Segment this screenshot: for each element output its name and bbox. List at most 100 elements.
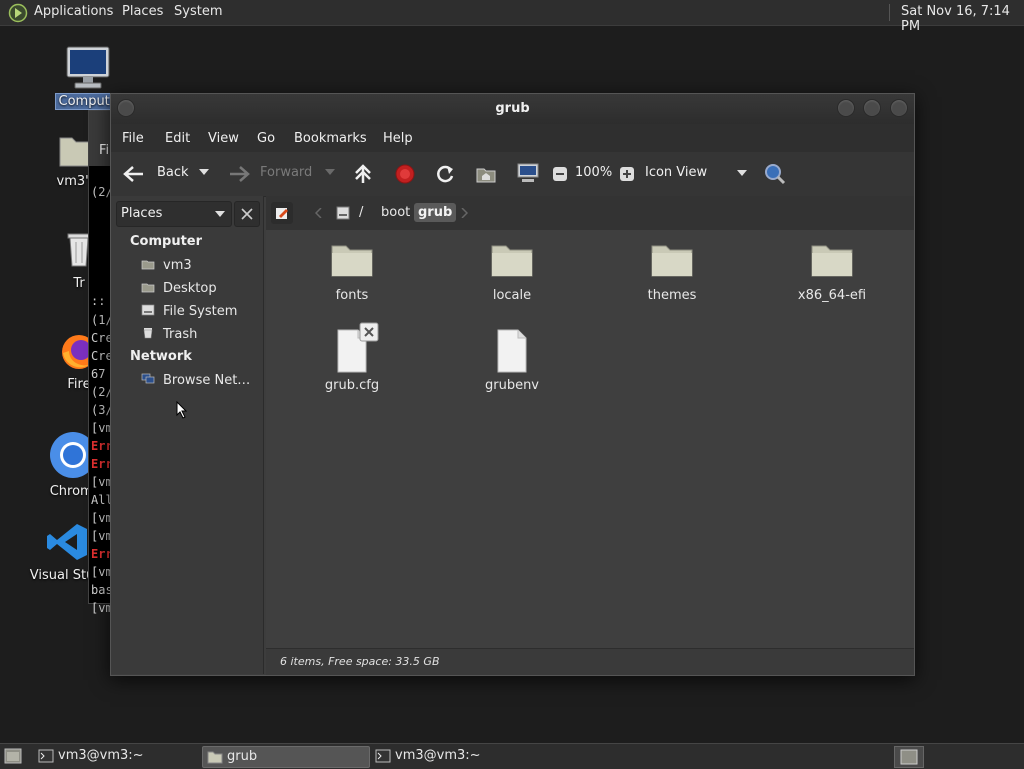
file-name: x86_64-efi bbox=[797, 288, 867, 303]
location-bar: / boot grub bbox=[266, 196, 914, 230]
forward-label: Forward bbox=[260, 165, 313, 180]
forward-button[interactable]: Forward bbox=[226, 162, 326, 186]
file-item-grub-cfg[interactable]: grub.cfg bbox=[292, 322, 412, 393]
menu-view[interactable]: View bbox=[208, 131, 239, 146]
folder-icon bbox=[207, 751, 223, 764]
edit-icon bbox=[276, 208, 288, 219]
sidebar-item-trash[interactable]: Trash bbox=[141, 327, 197, 342]
folder-icon bbox=[491, 245, 533, 277]
menu-bookmarks[interactable]: Bookmarks bbox=[294, 131, 367, 146]
sidebar-item-label: Trash bbox=[163, 327, 198, 342]
file-manager-window: grub File Edit View Go Bookmarks Help Ba… bbox=[110, 93, 915, 676]
status-bar: 6 items, Free space: 33.5 GB bbox=[266, 648, 914, 675]
window-titlebar[interactable]: grub bbox=[111, 94, 914, 124]
search-icon[interactable] bbox=[763, 162, 787, 186]
path-scroll-left-icon[interactable] bbox=[315, 208, 323, 218]
sidebar-item-file-system[interactable]: File System bbox=[141, 304, 237, 319]
sidebar-pane-label: Places bbox=[121, 206, 163, 221]
back-arrow-icon bbox=[123, 166, 143, 182]
workspace-switcher[interactable] bbox=[894, 746, 924, 768]
file-name: grub.cfg bbox=[324, 378, 380, 393]
menu-go[interactable]: Go bbox=[257, 131, 275, 146]
sidebar-heading-network: Network bbox=[130, 349, 192, 364]
zoom-level: 100% bbox=[575, 165, 613, 180]
file-item-grubenv[interactable]: grubenv bbox=[452, 328, 572, 393]
back-label: Back bbox=[157, 165, 189, 180]
stop-icon[interactable] bbox=[394, 163, 416, 185]
sidebar-heading-computer: Computer bbox=[130, 234, 203, 249]
sidebar-item-desktop[interactable]: Desktop bbox=[141, 281, 217, 296]
view-mode-select[interactable]: Icon View bbox=[641, 162, 753, 186]
view-mode-label: Icon View bbox=[645, 165, 708, 180]
forward-history-dropdown-icon[interactable] bbox=[325, 169, 335, 177]
terminal-line: 67 bbox=[91, 367, 106, 381]
sidebar-item-label: Desktop bbox=[163, 281, 217, 296]
terminal-icon bbox=[375, 749, 391, 763]
zoom-in-icon[interactable] bbox=[619, 166, 635, 182]
clock[interactable]: Sat Nov 16, 7:14 PM bbox=[901, 4, 1024, 34]
minimize-button[interactable] bbox=[837, 99, 855, 117]
sidebar-item-vm3[interactable]: vm3 bbox=[141, 258, 192, 273]
drive-icon bbox=[141, 304, 155, 316]
toggle-location-entry-button[interactable] bbox=[271, 202, 293, 224]
taskbar-item-label: grub bbox=[227, 749, 258, 764]
mouse-cursor-icon bbox=[176, 401, 188, 419]
file-name: locale bbox=[492, 288, 532, 303]
file-item-themes[interactable]: themes bbox=[612, 240, 732, 303]
close-button[interactable] bbox=[890, 99, 908, 117]
show-desktop-icon[interactable] bbox=[4, 748, 22, 764]
toolbar: Back Forward 100% Icon View bbox=[111, 152, 914, 197]
file-item-x86_64-efi[interactable]: x86_64-efi bbox=[772, 240, 892, 303]
taskbar-item-terminal-2[interactable]: vm3@vm3:~ bbox=[371, 746, 531, 766]
sidebar-item-label: File System bbox=[163, 304, 238, 319]
sidebar-item-label: Browse Net… bbox=[163, 373, 251, 388]
maximize-button[interactable] bbox=[863, 99, 881, 117]
zoom-out-icon[interactable] bbox=[552, 166, 568, 182]
home-icon[interactable] bbox=[475, 163, 497, 185]
file-view: fonts locale themes x86_64-efi grub.cfg … bbox=[266, 230, 914, 648]
chevron-down-icon bbox=[737, 170, 747, 176]
file-item-locale[interactable]: locale bbox=[452, 240, 572, 303]
system-menu[interactable]: System bbox=[174, 4, 222, 19]
menu-edit[interactable]: Edit bbox=[165, 131, 190, 146]
close-icon bbox=[241, 208, 253, 220]
menu-help[interactable]: Help bbox=[383, 131, 413, 146]
folder-icon bbox=[331, 245, 373, 277]
applications-menu[interactable]: Applications bbox=[34, 4, 113, 19]
file-name: grubenv bbox=[484, 378, 540, 393]
terminal-line: :: bbox=[91, 294, 106, 308]
places-menu[interactable]: Places bbox=[122, 4, 163, 19]
panel-separator bbox=[889, 4, 890, 21]
sidebar-item-label: vm3 bbox=[163, 258, 192, 273]
reload-icon[interactable] bbox=[434, 163, 456, 185]
window-title: grub bbox=[495, 101, 530, 116]
menubar: File Edit View Go Bookmarks Help bbox=[111, 124, 914, 152]
close-sidebar-button[interactable] bbox=[234, 201, 260, 227]
folder-icon bbox=[651, 245, 693, 277]
top-panel: Applications Places System Sat Nov 16, 7… bbox=[0, 0, 1024, 34]
sidebar-pane-select[interactable]: Places bbox=[116, 201, 232, 227]
path-segment-grub[interactable]: grub bbox=[414, 203, 457, 222]
back-history-dropdown-icon[interactable] bbox=[199, 169, 209, 177]
path-root-button[interactable]: / bbox=[330, 202, 376, 224]
taskbar-item-label: vm3@vm3:~ bbox=[58, 748, 144, 763]
mate-logo-icon[interactable] bbox=[8, 3, 28, 23]
menu-file[interactable]: File bbox=[122, 131, 144, 146]
sidebar-item-browse-network[interactable]: Browse Net… bbox=[141, 373, 250, 388]
taskbar-item-label: vm3@vm3:~ bbox=[395, 748, 481, 763]
back-button[interactable]: Back bbox=[121, 162, 211, 186]
vscode-icon bbox=[47, 524, 87, 560]
workspace-icon bbox=[900, 749, 918, 765]
forward-arrow-icon bbox=[230, 166, 250, 182]
path-segment-boot[interactable]: boot bbox=[377, 205, 414, 220]
taskbar-item-terminal-1[interactable]: vm3@vm3:~ bbox=[34, 746, 194, 766]
file-icon bbox=[497, 329, 527, 373]
taskbar-item-grub[interactable]: grub bbox=[202, 746, 370, 768]
up-icon[interactable] bbox=[353, 163, 373, 185]
file-item-fonts[interactable]: fonts bbox=[292, 240, 412, 303]
path-scroll-right-icon[interactable] bbox=[460, 208, 468, 218]
desktop-icon bbox=[141, 283, 155, 293]
computer-icon[interactable] bbox=[516, 162, 540, 184]
chevron-down-icon bbox=[215, 211, 225, 217]
drive-icon bbox=[336, 206, 350, 220]
